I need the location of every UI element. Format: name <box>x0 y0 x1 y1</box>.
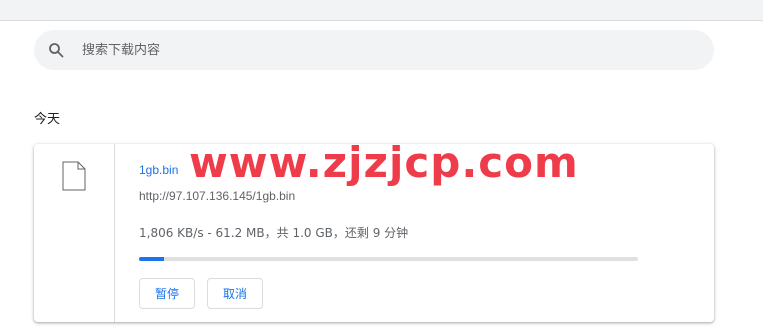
download-progress-text: 1,806 KB/s - 61.2 MB，共 1.0 GB，还剩 9 分钟 <box>139 226 409 240</box>
file-icon-column <box>34 144 115 322</box>
search-input[interactable] <box>80 41 684 59</box>
search-icon[interactable] <box>48 42 64 58</box>
date-section-heading: 今天 <box>34 112 61 127</box>
file-name-link[interactable]: 1gb.bin <box>139 163 178 177</box>
file-source-url: http://97.107.136.145/1gb.bin <box>139 189 296 203</box>
download-progress-fill <box>139 257 164 261</box>
file-icon <box>62 161 86 191</box>
top-toolbar-strip <box>0 0 763 21</box>
pause-button[interactable]: 暂停 <box>139 278 196 309</box>
watermark-text: www.zjzjcp.com <box>189 138 579 187</box>
download-item-card: 1gb.bin www.zjzjcp.com http://97.107.136… <box>34 138 714 322</box>
cancel-button[interactable]: 取消 <box>207 278 264 309</box>
search-bar[interactable] <box>34 30 714 70</box>
download-progress-bar <box>139 257 638 261</box>
